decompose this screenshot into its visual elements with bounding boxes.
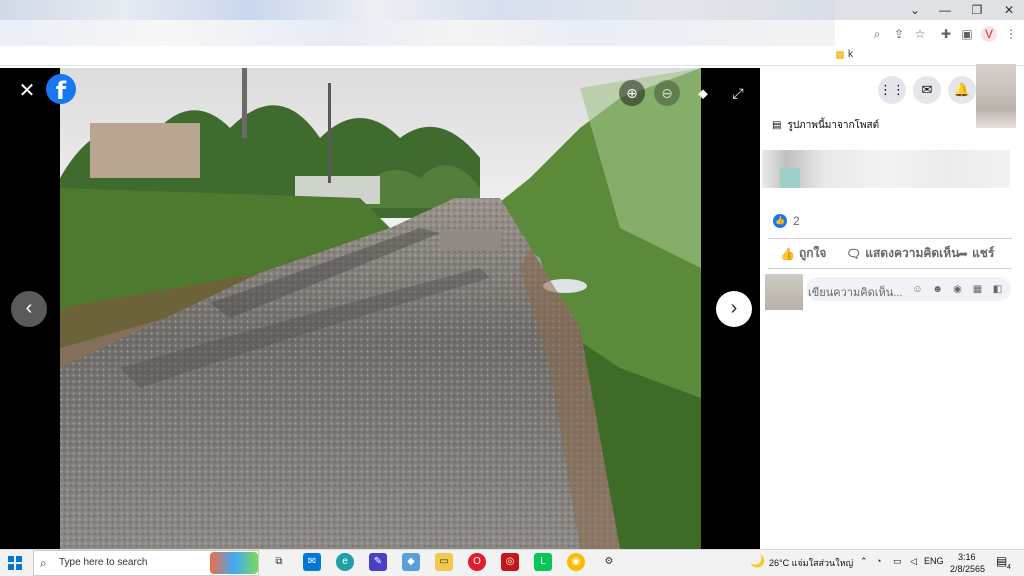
emoji-icon[interactable]: ☻ bbox=[931, 283, 944, 296]
fullscreen-icon[interactable]: ⤢ bbox=[725, 80, 751, 106]
windows-start-icon[interactable] bbox=[8, 556, 22, 570]
bookmark-bar bbox=[0, 46, 1024, 66]
menu-icon[interactable]: ⋮ bbox=[1003, 26, 1019, 42]
account-avatar[interactable] bbox=[976, 64, 1016, 128]
search-icon: ⌕ bbox=[40, 556, 47, 570]
notification-center-icon[interactable]: ▤ bbox=[996, 554, 1007, 568]
comment-placeholder: เขียนความคิดเห็น... bbox=[808, 287, 903, 299]
profile-icon[interactable]: V bbox=[981, 26, 997, 42]
like-label: ถูกใจ bbox=[798, 246, 827, 260]
avatar-sticker-icon[interactable]: ☺ bbox=[911, 283, 924, 296]
notifications-icon[interactable]: 🔔 bbox=[948, 76, 976, 104]
task-view-icon[interactable]: ⧉ bbox=[270, 553, 288, 571]
close-window-button[interactable]: ✕ bbox=[994, 2, 1024, 18]
tab-search-icon[interactable]: ⌄ bbox=[900, 2, 930, 18]
comment-label: แสดงความคิดเห็น bbox=[865, 246, 960, 260]
clock-date[interactable]: 2/8/2565 bbox=[950, 564, 985, 574]
divider bbox=[768, 238, 1012, 239]
volume-icon[interactable]: ◁ bbox=[910, 556, 917, 567]
search-highlight-image[interactable] bbox=[210, 552, 258, 574]
star-icon[interactable]: ☆ bbox=[912, 26, 928, 42]
tray-chevron-icon[interactable]: ⌃ bbox=[860, 556, 868, 567]
post-icon: ▤ bbox=[772, 120, 782, 131]
app-icon[interactable]: ◎ bbox=[501, 553, 519, 571]
network-icon[interactable]: ◔ bbox=[876, 556, 881, 566]
camera-icon[interactable]: ◉ bbox=[951, 283, 964, 296]
previous-photo-button[interactable]: ‹ bbox=[11, 291, 47, 327]
close-viewer-button[interactable]: ✕ bbox=[16, 80, 38, 102]
chrome-icon[interactable]: ◉ bbox=[567, 553, 585, 571]
clock-time[interactable]: 3:16 bbox=[958, 552, 976, 562]
sidepanel-icon[interactable]: ▣ bbox=[959, 26, 975, 42]
app-icon[interactable]: ✎ bbox=[369, 553, 387, 571]
post-source-link[interactable]: ▤ รูปภาพนี้มาจากโพสต์ bbox=[772, 118, 879, 133]
line-icon[interactable]: L bbox=[534, 553, 552, 571]
language-indicator[interactable]: ENG bbox=[924, 556, 944, 566]
photo-viewer bbox=[0, 68, 760, 549]
commenter-avatar bbox=[765, 274, 803, 310]
gif-icon[interactable]: ▦ bbox=[971, 283, 984, 296]
weather-text[interactable]: 26°C แจ่มใสส่วนใหญ่ bbox=[769, 556, 853, 570]
zoom-icon[interactable]: ⌕ bbox=[869, 26, 885, 42]
opera-icon[interactable]: O bbox=[468, 553, 486, 571]
app-icon[interactable]: ◆ bbox=[402, 553, 420, 571]
edge-icon[interactable]: e bbox=[336, 553, 354, 571]
settings-icon[interactable]: ⚙ bbox=[600, 553, 618, 571]
weather-icon: 🌙 bbox=[750, 554, 765, 568]
like-reaction-icon: 👍 bbox=[773, 214, 787, 228]
photo bbox=[60, 68, 701, 549]
gravel-road-photo bbox=[60, 68, 701, 549]
blurred-address-bar[interactable] bbox=[0, 20, 835, 46]
notification-count: 4 bbox=[1007, 564, 1011, 571]
comment-icon: 🗨 bbox=[846, 246, 862, 261]
maximize-button[interactable]: ❐ bbox=[962, 2, 992, 18]
like-button[interactable]: 👍 ถูกใจ bbox=[780, 244, 826, 263]
facebook-logo-icon[interactable]: f bbox=[46, 74, 76, 105]
messenger-icon[interactable]: ✉ bbox=[913, 76, 941, 104]
zoom-in-icon[interactable]: ⊕ bbox=[619, 80, 645, 106]
folder-icon bbox=[836, 51, 844, 59]
tag-icon[interactable]: ⬥ bbox=[690, 80, 716, 106]
mail-icon[interactable]: ✉ bbox=[303, 553, 321, 571]
sticker-icon[interactable]: ◧ bbox=[991, 283, 1004, 296]
zoom-out-icon[interactable]: ⊖ bbox=[654, 80, 680, 106]
minimize-button[interactable]: — bbox=[930, 2, 960, 18]
share-icon[interactable]: ⇪ bbox=[891, 26, 907, 42]
search-placeholder: Type here to search bbox=[59, 557, 148, 568]
bookmark-label[interactable]: k bbox=[848, 49, 853, 60]
share-button[interactable]: ➦ แชร์ bbox=[958, 244, 994, 263]
extensions-icon[interactable]: ✚ bbox=[938, 26, 954, 42]
screen: ⌄ — ❐ ✕ ⌕ ⇪ ☆ ✚ ▣ V ⋮ k ✕ f ⊕ ⊖ ⬥ ⤢ ‹ › … bbox=[0, 0, 1024, 576]
comment-button[interactable]: 🗨 แสดงความคิดเห็น bbox=[846, 244, 959, 263]
post-source-label: รูปภาพนี้มาจากโพสต์ bbox=[787, 120, 880, 131]
reactions-summary[interactable]: 👍 2 bbox=[773, 214, 800, 228]
blurred-post-thumbnail bbox=[780, 168, 800, 188]
battery-icon[interactable]: ▭ bbox=[893, 556, 902, 567]
share-label: แชร์ bbox=[972, 246, 995, 260]
next-photo-button[interactable]: › bbox=[716, 291, 752, 327]
share-arrow-icon: ➦ bbox=[958, 246, 969, 261]
apps-menu-icon[interactable]: ⋮⋮ bbox=[878, 76, 906, 104]
thumbs-up-icon: 👍 bbox=[780, 246, 795, 261]
file-explorer-icon[interactable]: ▭ bbox=[435, 553, 453, 571]
blurred-tabs bbox=[0, 0, 835, 20]
divider bbox=[768, 268, 1012, 269]
like-count: 2 bbox=[793, 214, 800, 228]
